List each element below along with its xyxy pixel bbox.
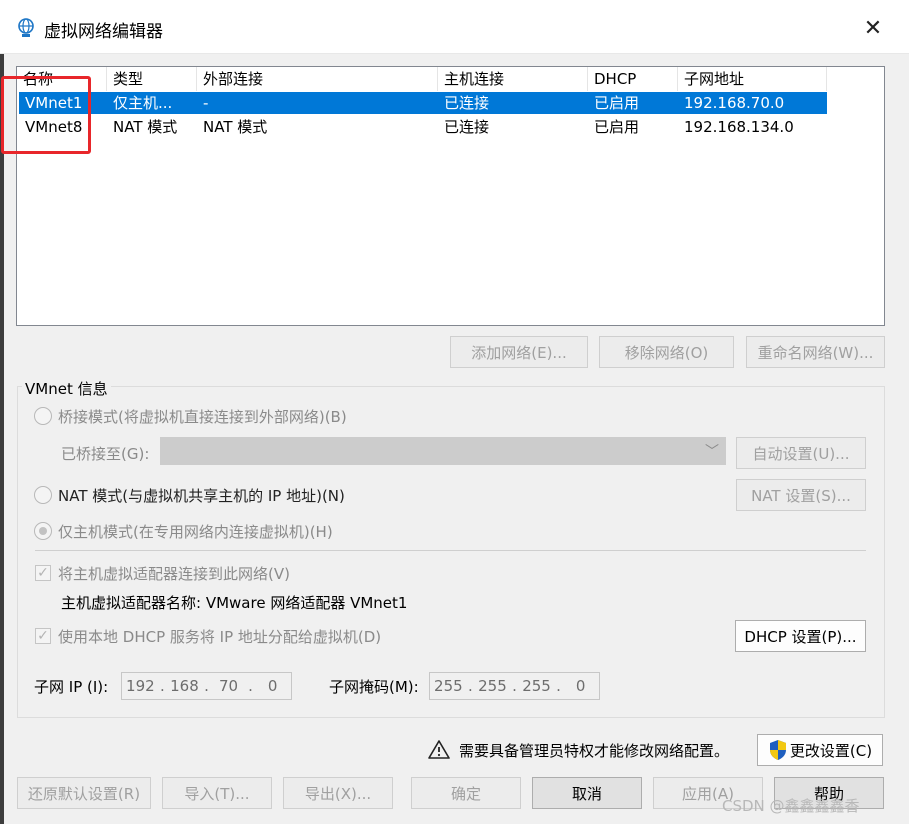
vmnet-info-group (17, 386, 885, 718)
row-host: 已连接 (444, 118, 490, 136)
background-window-edge (0, 54, 4, 824)
warning-icon (428, 740, 450, 759)
row-dhcp: 已启用 (594, 94, 640, 112)
mask-octet: 255 (434, 677, 463, 695)
column-header-host[interactable]: 主机连接 (438, 67, 588, 91)
column-header-type[interactable]: 类型 (107, 67, 197, 91)
row-external: NAT 模式 (203, 118, 268, 136)
column-header-external[interactable]: 外部连接 (197, 67, 438, 91)
mask-octet: 255 (478, 677, 507, 695)
remove-network-button[interactable]: 移除网络(O) (599, 336, 734, 368)
window-title: 虚拟网络编辑器 (44, 22, 163, 42)
column-header-subnet[interactable]: 子网地址 (678, 67, 827, 91)
bridged-mode-radio[interactable] (34, 407, 52, 425)
export-button[interactable]: 导出(X)... (283, 777, 393, 809)
rename-network-button[interactable]: 重命名网络(W)... (746, 336, 885, 368)
watermark-text: CSDN @鑫鑫鑫鑫香 (722, 797, 860, 815)
adapter-name-text: 主机虚拟适配器名称: VMware 网络适配器 VMnet1 (61, 594, 408, 612)
dhcp-checkbox[interactable]: ✓ (35, 628, 51, 644)
add-network-button[interactable]: 添加网络(E)... (450, 336, 588, 368)
admin-notice-text: 需要具备管理员特权才能修改网络配置。 (459, 742, 730, 760)
row-type: NAT 模式 (113, 118, 178, 136)
mask-octet: 255 (522, 677, 551, 695)
change-settings-label: 更改设置(C) (789, 741, 873, 760)
row-external: - (203, 94, 209, 112)
subnet-mask-label: 子网掩码(M): (329, 678, 419, 696)
network-list[interactable]: 名称 类型 外部连接 主机连接 DHCP 子网地址 VMnet1 仅主机... … (16, 66, 885, 326)
connect-adapter-label: 将主机虚拟适配器连接到此网络(V) (58, 565, 290, 583)
subnet-mask-field[interactable]: 255. 255. 255. 0 (429, 672, 600, 700)
dhcp-settings-button[interactable]: DHCP 设置(P)... (735, 620, 866, 652)
row-host: 已连接 (444, 94, 490, 112)
title-bar: 虚拟网络编辑器 ✕ (0, 0, 909, 54)
change-settings-button[interactable]: 更改设置(C) (757, 734, 883, 766)
subnet-ip-label: 子网 IP (I): (34, 678, 109, 696)
ip-octet: 70 (218, 677, 239, 695)
bridged-to-select[interactable]: ﹀ (160, 437, 726, 465)
auto-settings-button[interactable]: 自动设置(U)... (736, 437, 866, 469)
bridged-to-label: 已桥接至(G): (61, 445, 150, 463)
ip-octet: 192 (126, 677, 155, 695)
separator (35, 550, 866, 551)
bridged-mode-label: 桥接模式(将虚拟机直接连接到外部网络)(B) (58, 408, 347, 426)
host-only-mode-radio[interactable] (34, 522, 52, 540)
nat-mode-radio[interactable] (34, 486, 52, 504)
row-name: VMnet8 (25, 118, 83, 136)
chevron-down-icon: ﹀ (705, 444, 719, 460)
row-subnet: 192.168.70.0 (684, 94, 785, 112)
column-header-name[interactable]: 名称 (17, 67, 107, 91)
row-type: 仅主机... (113, 94, 173, 112)
close-button[interactable]: ✕ (856, 12, 890, 44)
mask-octet: 0 (575, 677, 586, 695)
ip-octet: 168 (170, 677, 199, 695)
ok-button[interactable]: 确定 (411, 777, 521, 809)
vmnet-info-legend: VMnet 信息 (22, 378, 111, 399)
nat-settings-button[interactable]: NAT 设置(S)... (736, 479, 866, 511)
row-dhcp: 已启用 (594, 118, 640, 136)
table-row[interactable]: VMnet1 仅主机... - 已连接 已启用 192.168.70.0 (19, 92, 827, 114)
row-subnet: 192.168.134.0 (684, 118, 794, 136)
import-button[interactable]: 导入(T)... (162, 777, 272, 809)
row-name: VMnet1 (25, 94, 83, 112)
cancel-button[interactable]: 取消 (532, 777, 642, 809)
column-header-dhcp[interactable]: DHCP (588, 67, 678, 91)
connect-adapter-checkbox[interactable]: ✓ (35, 565, 51, 581)
host-only-mode-label: 仅主机模式(在专用网络内连接虚拟机)(H) (58, 523, 333, 541)
nat-mode-label: NAT 模式(与虚拟机共享主机的 IP 地址)(N) (58, 487, 345, 505)
dhcp-label: 使用本地 DHCP 服务将 IP 地址分配给虚拟机(D) (58, 628, 382, 646)
restore-defaults-button[interactable]: 还原默认设置(R) (17, 777, 151, 809)
close-icon: ✕ (863, 15, 883, 41)
network-globe-icon (18, 18, 34, 37)
list-header: 名称 类型 外部连接 主机连接 DHCP 子网地址 (17, 67, 827, 91)
table-row[interactable]: VMnet8 NAT 模式 NAT 模式 已连接 已启用 192.168.134… (19, 116, 827, 138)
ip-octet: 0 (267, 677, 278, 695)
uac-shield-icon (769, 740, 786, 760)
subnet-ip-field[interactable]: 192. 168. 70. 0 (121, 672, 292, 700)
